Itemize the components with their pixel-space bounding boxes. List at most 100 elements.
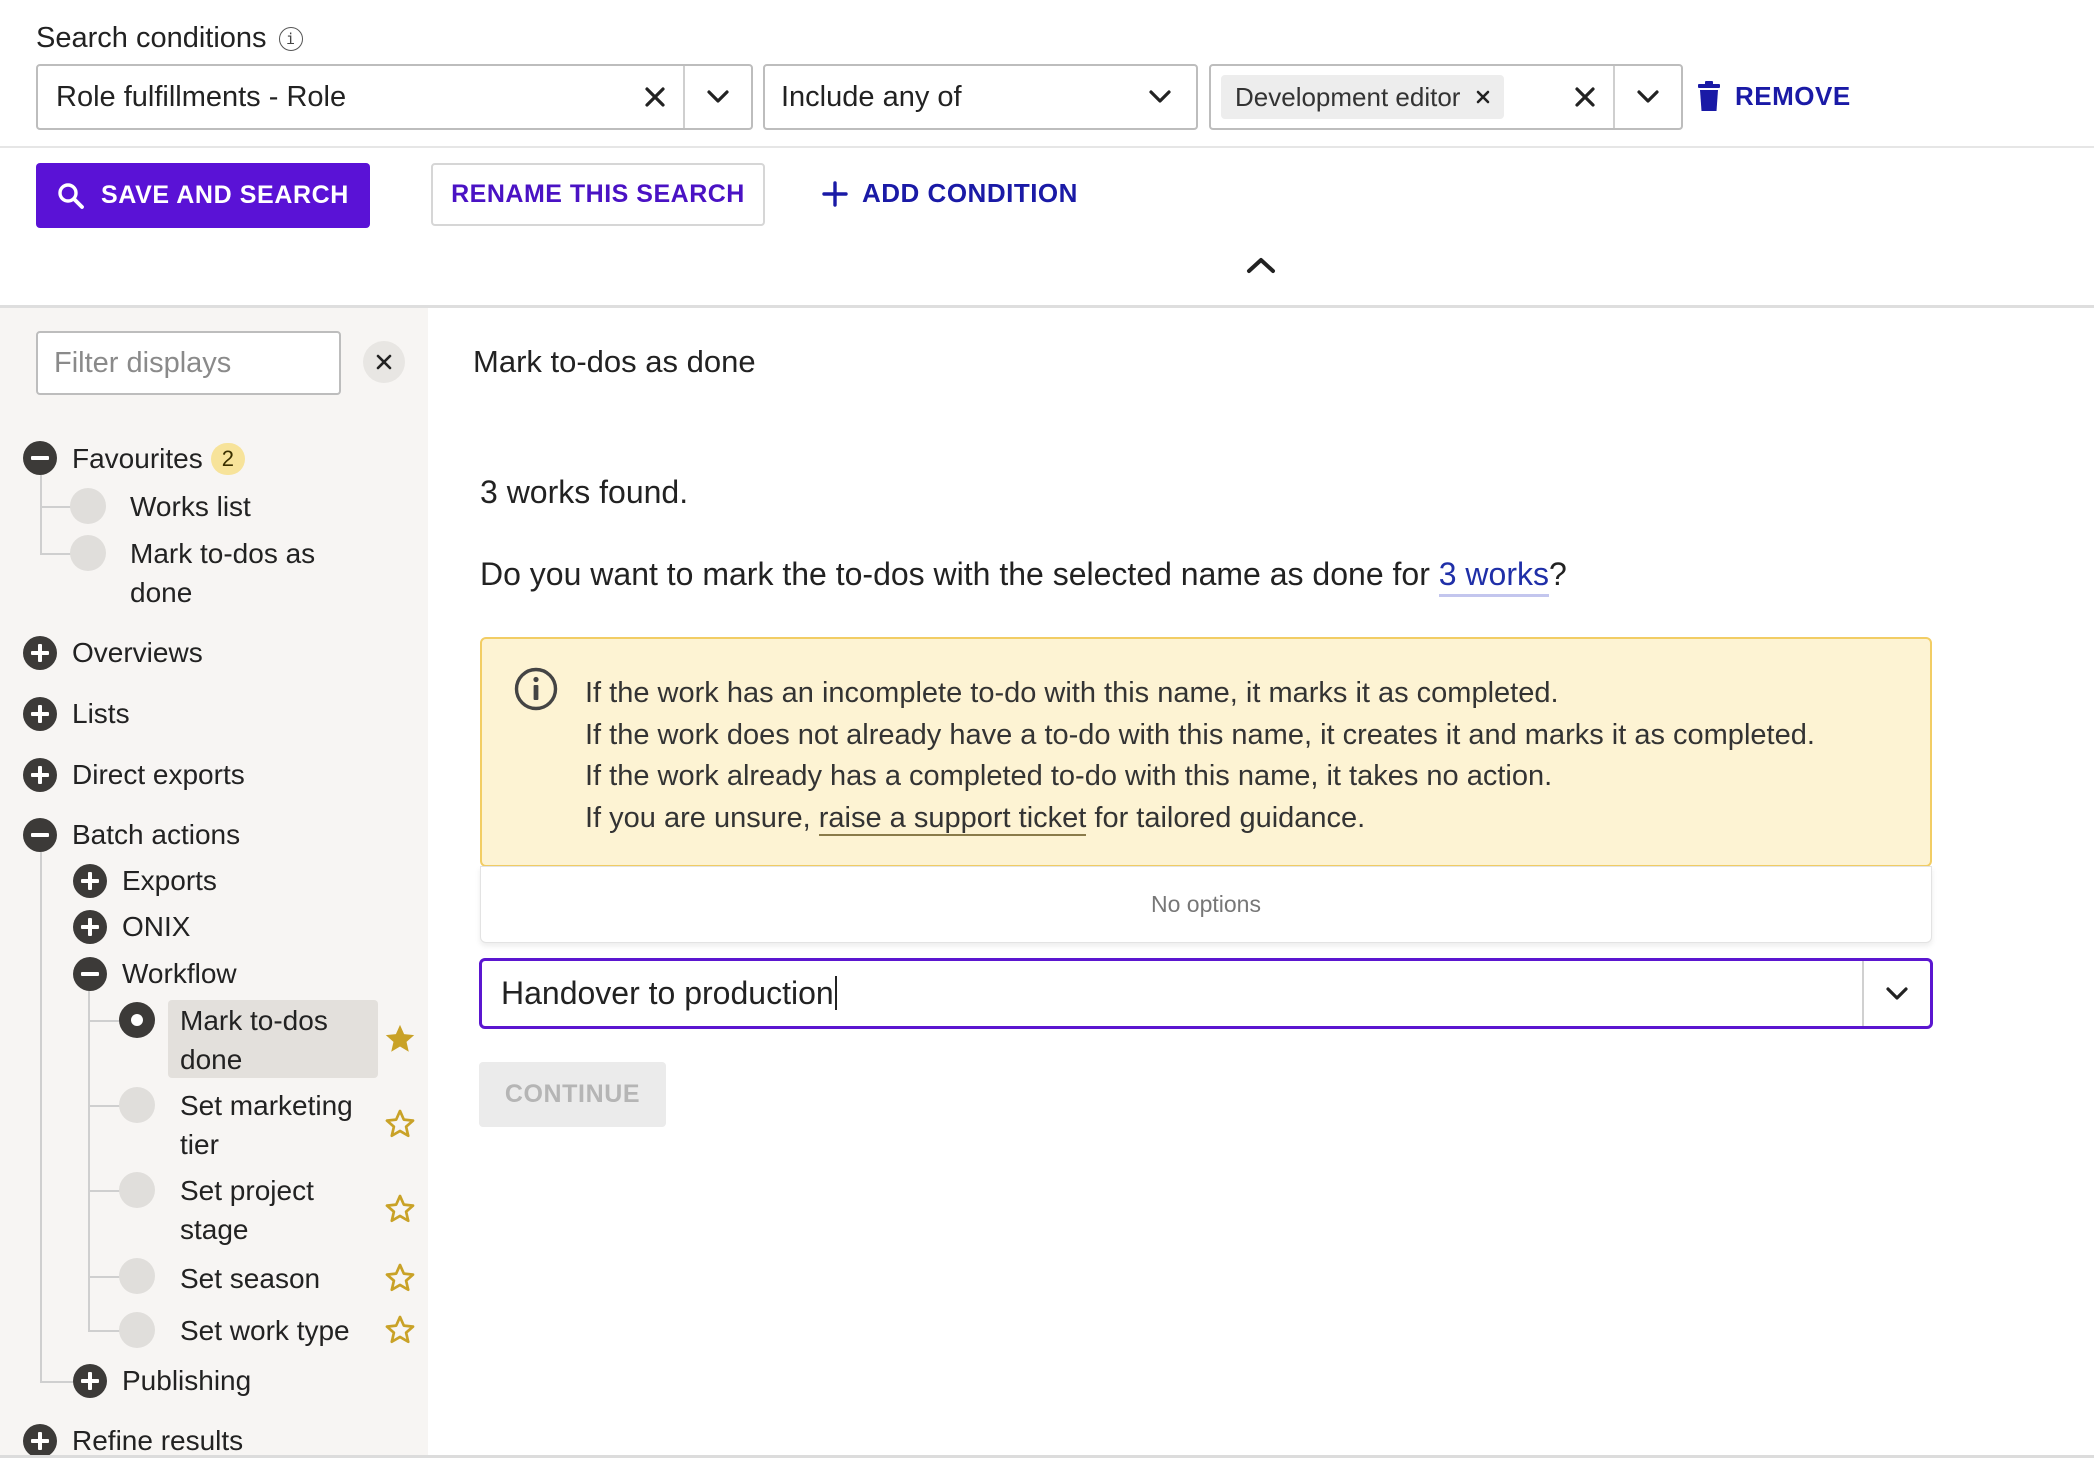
radio-icon[interactable] xyxy=(70,488,106,524)
remove-label: REMOVE xyxy=(1735,80,1851,111)
tree-node-exports[interactable]: Exports xyxy=(122,861,217,900)
radio-icon[interactable] xyxy=(119,1172,155,1208)
todo-name-value: Handover to production xyxy=(501,975,834,1011)
collapse-workflow-icon[interactable] xyxy=(73,957,107,991)
tree-line xyxy=(88,1105,122,1107)
star-outline-icon[interactable] xyxy=(383,1261,417,1295)
condition-operator-value: Include any of xyxy=(781,80,962,113)
todo-name-combobox[interactable]: Handover to production xyxy=(479,958,1933,1029)
notice-text: If the work has an incomplete to-do with… xyxy=(585,673,1815,839)
condition-field-value: Role fulfillments - Role xyxy=(56,80,347,113)
tree-node-workflow[interactable]: Workflow xyxy=(122,954,237,993)
search-conditions-label: Search conditions i xyxy=(36,22,303,55)
text-cursor xyxy=(834,976,837,1010)
value-chip-label: Development editor xyxy=(1235,81,1461,112)
no-options-dropdown: No options xyxy=(480,866,1932,943)
tree-node-onix[interactable]: ONIX xyxy=(122,907,190,946)
question-end: ? xyxy=(1548,556,1567,592)
search-icon xyxy=(58,182,84,209)
expand-overviews-icon[interactable] xyxy=(23,636,57,670)
notice-line: If you are unsure, raise a support ticke… xyxy=(585,798,1815,840)
fav-item-works-list[interactable]: Works list xyxy=(130,487,251,526)
collapse-favourites-icon[interactable] xyxy=(23,441,57,475)
rename-search-button[interactable]: RENAME THIS SEARCH xyxy=(431,163,765,226)
tree-line xyxy=(40,1381,74,1383)
selected-radio-icon[interactable] xyxy=(119,1002,155,1038)
question-text: Do you want to mark the to-dos with the … xyxy=(480,556,1439,592)
remove-condition-button[interactable]: REMOVE xyxy=(1697,80,1851,112)
star-outline-icon[interactable] xyxy=(383,1107,417,1141)
collapse-batch-actions-icon[interactable] xyxy=(23,818,57,852)
info-notice: If the work has an incomplete to-do with… xyxy=(480,637,1932,867)
save-and-search-button[interactable]: SAVE AND SEARCH xyxy=(36,163,370,228)
info-icon[interactable]: i xyxy=(278,26,303,51)
value-chip: Development editor xyxy=(1221,75,1505,119)
workflow-item-set-project-stage[interactable]: Set project stage xyxy=(180,1171,370,1249)
notice-line: If the work has an incomplete to-do with… xyxy=(585,677,1559,709)
radio-icon[interactable] xyxy=(119,1312,155,1348)
works-link[interactable]: 3 works xyxy=(1438,556,1549,597)
clear-filter-icon[interactable] xyxy=(363,341,405,383)
condition-field-select[interactable]: Role fulfillments - Role xyxy=(36,64,753,130)
tree-node-batch-actions[interactable]: Batch actions xyxy=(72,815,240,854)
page-title: Mark to-dos as done xyxy=(473,344,756,379)
search-conditions-title: Search conditions xyxy=(36,22,267,54)
expand-refine-results-icon[interactable] xyxy=(23,1424,57,1458)
trash-icon xyxy=(1698,81,1720,111)
expand-lists-icon[interactable] xyxy=(23,697,57,731)
chevron-down-icon[interactable] xyxy=(1124,66,1196,128)
tree-node-favourites[interactable]: Favourites 2 xyxy=(72,439,245,478)
add-condition-label: ADD CONDITION xyxy=(862,178,1078,208)
clear-value-icon[interactable] xyxy=(1557,66,1613,128)
tree-node-refine-results[interactable]: Refine results xyxy=(72,1421,243,1458)
chevron-up-icon[interactable] xyxy=(1243,250,1279,280)
chevron-down-icon[interactable] xyxy=(1864,961,1930,1026)
filter-displays-input[interactable] xyxy=(36,331,341,395)
tree-node-direct-exports[interactable]: Direct exports xyxy=(72,755,245,794)
expand-direct-exports-icon[interactable] xyxy=(23,758,57,792)
expand-exports-icon[interactable] xyxy=(73,864,107,898)
confirmation-question: Do you want to mark the to-dos with the … xyxy=(480,556,1567,597)
save-and-search-label: SAVE AND SEARCH xyxy=(101,181,349,209)
star-outline-icon[interactable] xyxy=(383,1313,417,1347)
todo-name-input[interactable]: Handover to production xyxy=(482,975,1862,1012)
tree-node-publishing[interactable]: Publishing xyxy=(122,1361,251,1400)
radio-icon[interactable] xyxy=(119,1258,155,1294)
condition-value-select[interactable]: Development editor xyxy=(1209,64,1683,130)
condition-operator-select[interactable]: Include any of xyxy=(763,64,1198,130)
tree-line xyxy=(40,475,42,555)
expand-publishing-icon[interactable] xyxy=(73,1364,107,1398)
clear-field-icon[interactable] xyxy=(627,66,683,128)
notice-line4-end: for tailored guidance. xyxy=(1086,801,1366,834)
tree-line xyxy=(40,506,72,508)
workflow-item-set-season[interactable]: Set season xyxy=(180,1259,320,1298)
workflow-item-set-work-type[interactable]: Set work type xyxy=(180,1311,350,1350)
remove-chip-icon[interactable] xyxy=(1476,90,1490,104)
workflow-item-set-marketing-tier[interactable]: Set marketing tier xyxy=(180,1086,370,1164)
tree-line xyxy=(40,553,72,555)
support-ticket-link[interactable]: raise a support ticket xyxy=(818,801,1087,836)
radio-icon[interactable] xyxy=(70,535,106,571)
fav-item-mark-todos[interactable]: Mark to-dos as done xyxy=(130,534,330,612)
continue-button[interactable]: CONTINUE xyxy=(479,1062,666,1127)
star-filled-icon[interactable] xyxy=(383,1022,417,1056)
star-outline-icon[interactable] xyxy=(383,1192,417,1226)
tree-line xyxy=(88,1020,122,1022)
tree-line xyxy=(88,990,90,1331)
tree-line xyxy=(40,852,42,1382)
notice-line: If the work does not already have a to-d… xyxy=(585,718,1815,751)
chevron-down-icon[interactable] xyxy=(685,66,751,128)
chevron-down-icon[interactable] xyxy=(1615,66,1681,128)
tree-line xyxy=(88,1330,122,1332)
tree-node-lists[interactable]: Lists xyxy=(72,694,130,733)
notice-line: If the work already has a completed to-d… xyxy=(585,760,1553,792)
info-circle-icon xyxy=(514,667,558,711)
expand-onix-icon[interactable] xyxy=(73,910,107,944)
tree-node-overviews[interactable]: Overviews xyxy=(72,633,203,672)
workflow-item-mark-todos-done[interactable]: Mark to-dos done xyxy=(180,1001,370,1079)
notice-line4-start: If you are unsure, xyxy=(585,801,819,834)
works-found-text: 3 works found. xyxy=(480,474,689,510)
add-condition-button[interactable]: ADD CONDITION xyxy=(822,178,1078,209)
plus-icon xyxy=(822,180,848,207)
radio-icon[interactable] xyxy=(119,1087,155,1123)
